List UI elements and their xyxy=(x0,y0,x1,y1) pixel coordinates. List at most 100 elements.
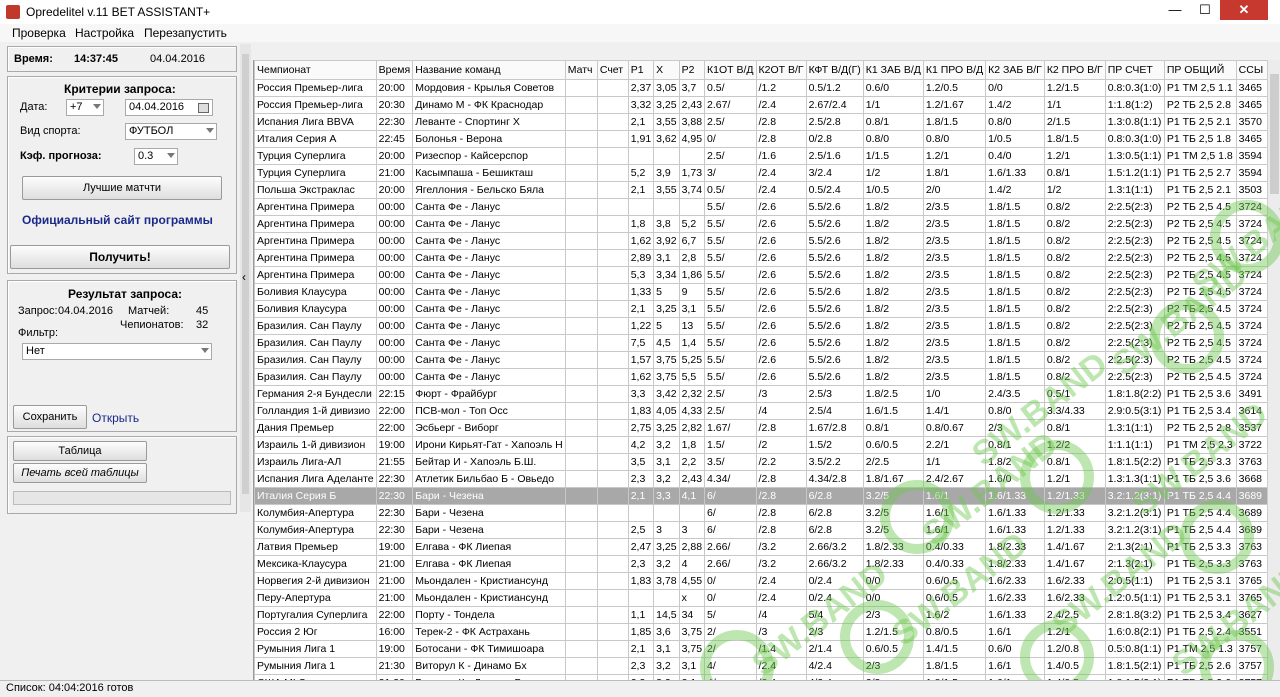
table-row[interactable]: Аргентина Примера 00:00 Санта Фе - Ланус 5,… xyxy=(254,266,1268,284)
table-row[interactable]: Боливия Клаусура 00:00 Санта Фе - Ланус 1,3… xyxy=(254,283,1268,301)
save-button[interactable]: Сохранить xyxy=(13,405,87,429)
table-cell: 2:2.5(2:3) xyxy=(1104,351,1165,369)
table-cell: 1.6/1.33 xyxy=(985,164,1045,182)
table-row[interactable]: Испания Лига Аделанте 22:30 Атлетик Бильба… xyxy=(254,470,1268,488)
table-row[interactable]: Боливия Клаусура 00:00 Санта Фе - Ланус 2,1… xyxy=(254,300,1268,318)
menu-settings[interactable]: Настройка xyxy=(75,26,134,40)
column-header[interactable]: Чемпионат xyxy=(254,60,377,80)
table-row[interactable]: Колумбия-Апертура 22:30 Бари - Чезена 6//2.… xyxy=(254,504,1268,522)
table-cell: 3,3 xyxy=(653,487,680,505)
print-table-button[interactable]: Печать всей таблицы xyxy=(13,463,147,483)
official-site-link[interactable]: Официальный сайт программы xyxy=(22,213,213,227)
table-row[interactable]: Италия Серия Б 22:30 Бари - Чезена 2,1 3,3 4,… xyxy=(254,487,1268,505)
minimize-button[interactable]: — xyxy=(1160,0,1190,20)
table-row[interactable]: Израиль Лига-АЛ 21:55 Бейтар И - Хапоэль Б… xyxy=(254,453,1268,471)
column-header[interactable]: Матч xyxy=(564,60,598,80)
table-cell xyxy=(564,453,598,471)
table-row[interactable]: Турция Суперлига 21:00 Касымпаша - Бешикта… xyxy=(254,164,1268,182)
filter-select[interactable]: Нет xyxy=(22,343,212,360)
table-row[interactable]: Германия 2-я Бундесли 22:15 Фюрт - Фрайбур… xyxy=(254,385,1268,403)
column-header[interactable]: К1 ПРО В/Д xyxy=(922,60,987,80)
table-row[interactable]: Аргентина Примера 00:00 Санта Фе - Ланус 5.… xyxy=(254,198,1268,216)
open-link[interactable]: Открыть xyxy=(92,411,139,425)
column-header[interactable]: Счет xyxy=(596,60,629,80)
table-row[interactable]: Румыния Лига 1 21:30 Виторул К - Динамо Бх… xyxy=(254,657,1268,675)
table-cell: 1.2/1.33 xyxy=(1043,521,1106,539)
column-header[interactable]: Время xyxy=(375,60,414,80)
table-row[interactable]: Россия 2 Юг 16:00 Терек-2 - ФК Астрахань 1,… xyxy=(254,623,1268,641)
table-cell xyxy=(564,640,598,658)
column-header[interactable]: КФТ В/Д(Г) xyxy=(805,60,864,80)
table-cell: 1.6/2 xyxy=(922,606,987,624)
table-cell: 0.5/ xyxy=(704,181,757,199)
table-cell: Дания Премьер xyxy=(254,419,377,437)
table-cell: Фюрт - Фрайбург xyxy=(412,385,566,403)
table-row[interactable]: Перу-Апертура 21:00 Мьондален - Кристиансу… xyxy=(254,589,1268,607)
column-header[interactable]: Р2 xyxy=(678,60,706,80)
table-row[interactable]: Латвия Премьер 19:00 Елгава - ФК Лиепая 2,4… xyxy=(254,538,1268,556)
table-cell: 0.8/2 xyxy=(1043,317,1106,335)
table-cell xyxy=(564,436,598,454)
date-picker[interactable]: 04.04.2016 xyxy=(125,99,213,116)
table-row[interactable]: Бразилия. Сан Паулу 00:00 Санта Фе - Ланус… xyxy=(254,351,1268,369)
menu-check[interactable]: Проверка xyxy=(12,26,66,40)
coef-select[interactable]: 0.3 xyxy=(134,148,178,165)
table-row[interactable]: Израиль 1-й дивизион 19:00 Ирони Кирьят-Га… xyxy=(254,436,1268,454)
table-row[interactable]: Россия Премьер-лига 20:30 Динамо М - ФК Кр… xyxy=(254,96,1268,114)
table-row[interactable]: Турция Суперлига 20:00 Ризеспор - Кайсерсп… xyxy=(254,147,1268,165)
table-row[interactable]: Аргентина Примера 00:00 Санта Фе - Ланус 1,… xyxy=(254,232,1268,250)
table-scroll-thumb[interactable] xyxy=(1270,74,1279,194)
table-row[interactable]: Португалия Суперлига 22:00 Порту - Тондела… xyxy=(254,606,1268,624)
table-cell: Р1 ТБ 2,5 4.4 xyxy=(1163,504,1237,522)
table-row[interactable]: Голландия 1-й дивизио 22:00 ПСВ-мол - Топ … xyxy=(254,402,1268,420)
table-row[interactable]: Аргентина Примера 00:00 Санта Фе - Ланус 1,… xyxy=(254,215,1268,233)
table-row[interactable]: Дания Премьер 22:00 Эсбьерг - Виборг 2,75 3,… xyxy=(254,419,1268,437)
best-matches-button[interactable]: Лучшие матчти xyxy=(22,176,222,200)
table-row[interactable]: Норвегия 2-й дивизион 21:00 Мьондален - Кр… xyxy=(254,572,1268,590)
table-cell: Динамо М - ФК Краснодар xyxy=(412,96,566,114)
column-header[interactable]: Х xyxy=(653,60,680,80)
column-header[interactable]: К2ОТ В/Г xyxy=(755,60,807,80)
column-header[interactable]: К2 ЗАБ В/Г xyxy=(985,60,1045,80)
close-button[interactable]: ✕ xyxy=(1220,0,1268,20)
column-header[interactable]: К1 ЗАБ В/Д xyxy=(862,60,924,80)
table-row[interactable]: Бразилия. Сан Паулу 00:00 Санта Фе - Ланус… xyxy=(254,368,1268,386)
results-table[interactable]: Чемпионат Время Название команд Матч Счет Р1 Х… xyxy=(253,60,1268,688)
table-cell: 1.8/2.5 xyxy=(862,385,924,403)
table-row[interactable]: Россия Премьер-лига 20:00 Мордовия - Крыль… xyxy=(254,79,1268,97)
table-row[interactable]: Италия Серия А 22:45 Болонья - Верона 1,91 3… xyxy=(254,130,1268,148)
table-button[interactable]: Таблица xyxy=(13,441,147,461)
calendar-icon[interactable] xyxy=(198,103,209,113)
table-cell: /2.2 xyxy=(755,453,807,471)
table-scrollbar[interactable] xyxy=(1267,60,1280,688)
table-cell: 5,5 xyxy=(678,368,706,386)
table-row[interactable]: Колумбия-Апертура 22:30 Бари - Чезена 2,5 3 3… xyxy=(254,521,1268,539)
column-header[interactable]: ССЫ xyxy=(1235,60,1268,80)
table-cell: /2.6 xyxy=(755,368,807,386)
column-header[interactable]: ПР СЧЕТ xyxy=(1104,60,1165,80)
table-row[interactable]: Мексика-Клаусура 21:00 Елгава - ФК Лиепая 2… xyxy=(254,555,1268,573)
column-header[interactable]: Название команд xyxy=(412,60,566,80)
table-row[interactable]: Румыния Лига 1 19:00 Ботосани - ФК Тимишоа… xyxy=(254,640,1268,658)
table-cell: Р2 ТБ 2,5 2.8 xyxy=(1163,419,1237,437)
column-header[interactable]: К1ОТ В/Д xyxy=(704,60,757,80)
table-cell: Аргентина Примера xyxy=(254,215,377,233)
date-picker-value: 04.04.2016 xyxy=(129,101,185,113)
table-cell: 2.5/ xyxy=(704,385,757,403)
column-header[interactable]: ПР ОБЩИЙ xyxy=(1163,60,1237,80)
table-cell: Р1 ТБ 2,5 3.3 xyxy=(1163,453,1237,471)
sport-select[interactable]: ФУТБОЛ xyxy=(125,123,217,140)
get-button[interactable]: Получить! xyxy=(10,245,230,269)
table-cell: Боливия Клаусура xyxy=(254,283,377,301)
menu-restart[interactable]: Перезапустить xyxy=(144,26,227,40)
collapse-panel-icon[interactable]: ‹ xyxy=(242,270,246,284)
column-header[interactable]: К2 ПРО В/Г xyxy=(1043,60,1106,80)
table-row[interactable]: Польша Экстраклас 20:00 Ягеллония - Бельск… xyxy=(254,181,1268,199)
table-row[interactable]: Бразилия. Сан Паулу 00:00 Санта Фе - Ланус… xyxy=(254,334,1268,352)
table-row[interactable]: Бразилия. Сан Паулу 00:00 Санта Фе - Ланус… xyxy=(254,317,1268,335)
maximize-button[interactable]: ☐ xyxy=(1190,0,1220,20)
date-offset-select[interactable]: +7 xyxy=(66,99,104,116)
table-row[interactable]: Испания Лига BBVA 22:30 Леванте - Спортинг… xyxy=(254,113,1268,131)
table-row[interactable]: Аргентина Примера 00:00 Санта Фе - Ланус 2,… xyxy=(254,249,1268,267)
column-header[interactable]: Р1 xyxy=(627,60,655,80)
